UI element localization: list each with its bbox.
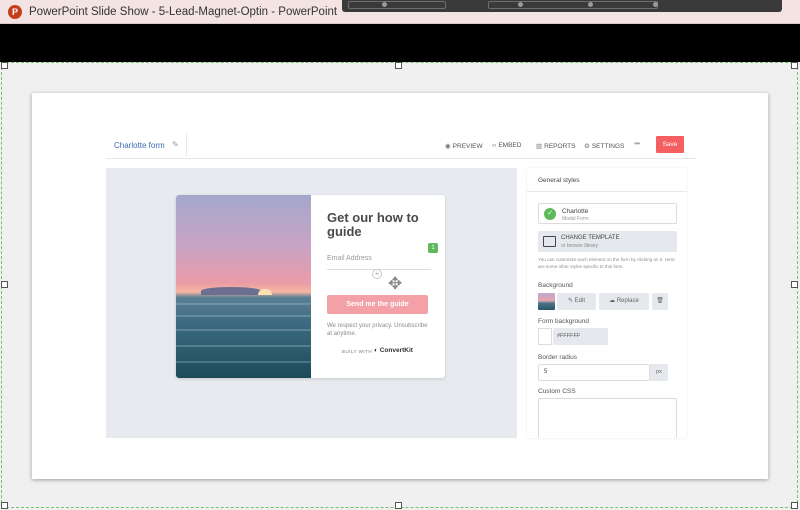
code-icon: ‹› bbox=[492, 142, 497, 149]
wave bbox=[176, 303, 311, 305]
browse-library-label: or browse library bbox=[561, 243, 598, 249]
nav-preview[interactable]: ◉ PREVIEW bbox=[445, 142, 483, 150]
form-canvas: Get our how to guide 1 Email Address + ✥… bbox=[106, 168, 517, 438]
convertkit-logo: ◐ ConvertKit bbox=[374, 347, 413, 354]
gear-icon: ⚙ bbox=[584, 143, 590, 150]
nav-settings-label: SETTINGS bbox=[591, 143, 625, 150]
toolbar-segment[interactable] bbox=[348, 1, 446, 9]
form-background-label: Form background bbox=[538, 318, 589, 325]
resize-handle[interactable] bbox=[395, 502, 402, 509]
nav-embed-label: EMBED bbox=[498, 142, 522, 149]
email-field[interactable]: Email Address bbox=[327, 250, 431, 270]
save-button[interactable]: Save bbox=[656, 136, 684, 153]
check-icon: ✓ bbox=[544, 208, 556, 220]
change-template-label: CHANGE TEMPLATE bbox=[561, 235, 620, 241]
add-field-icon[interactable]: + bbox=[372, 269, 382, 279]
resize-handle[interactable] bbox=[791, 502, 798, 509]
toolbar-dot[interactable] bbox=[653, 2, 658, 7]
toolbar-dot[interactable] bbox=[382, 2, 387, 7]
resize-handle[interactable] bbox=[1, 62, 8, 69]
resize-handle[interactable] bbox=[395, 62, 402, 69]
island-silhouette bbox=[201, 287, 261, 295]
template-icon bbox=[543, 236, 556, 247]
form-headline[interactable]: Get our how to guide bbox=[327, 211, 437, 239]
resize-handle[interactable] bbox=[791, 281, 798, 288]
window-title: PowerPoint Slide Show - 5-Lead-Magnet-Op… bbox=[29, 6, 338, 18]
template-selector[interactable]: ✓ Charlotte Modal Form bbox=[538, 203, 677, 224]
form-background-input[interactable]: #FFFFFF bbox=[553, 328, 608, 345]
replace-label: Replace bbox=[616, 298, 639, 304]
panel-header: General styles bbox=[527, 168, 687, 192]
privacy-text[interactable]: We respect your privacy. Unsubscribe at … bbox=[327, 322, 433, 338]
edit-label: Edit bbox=[574, 298, 586, 304]
toolbar-dot[interactable] bbox=[588, 2, 593, 7]
black-band bbox=[0, 24, 800, 62]
more-options-icon[interactable]: ••• bbox=[634, 139, 640, 148]
pencil-icon[interactable]: ✎ bbox=[172, 140, 179, 149]
edit-button[interactable]: ✎ Edit bbox=[557, 293, 596, 310]
toolbar-dot[interactable] bbox=[518, 2, 523, 7]
delete-button[interactable]: 🗑 bbox=[652, 293, 668, 310]
template-name: Charlotte bbox=[562, 208, 589, 215]
eye-icon: ◉ bbox=[445, 143, 451, 150]
px-unit: px bbox=[650, 364, 668, 381]
styles-panel: General styles ✓ Charlotte Modal Form CH… bbox=[527, 168, 687, 438]
wave bbox=[176, 329, 311, 331]
nav-reports[interactable]: ▥ REPORTS bbox=[536, 142, 575, 150]
toolbar-segment[interactable] bbox=[488, 1, 658, 9]
nav-preview-label: PREVIEW bbox=[452, 143, 483, 150]
divider bbox=[186, 133, 187, 157]
nav-settings[interactable]: ⚙ SETTINGS bbox=[584, 142, 624, 150]
slideshow-toolbar[interactable] bbox=[342, 0, 782, 12]
slide: Charlotte form ✎ ◉ PREVIEW ‹› EMBED ▥ REPOR… bbox=[32, 93, 768, 479]
change-template-button[interactable]: CHANGE TEMPLATE or browse library bbox=[538, 231, 677, 252]
resize-handle[interactable] bbox=[791, 62, 798, 69]
convertkit-brand: ConvertKit bbox=[379, 347, 413, 354]
resize-handle[interactable] bbox=[1, 502, 8, 509]
trash-icon: 🗑 bbox=[656, 298, 664, 304]
chart-icon: ▥ bbox=[536, 143, 543, 150]
wave bbox=[176, 361, 311, 363]
ocean-sunset-image[interactable] bbox=[176, 195, 311, 378]
app-header: Charlotte form ✎ ◉ PREVIEW ‹› EMBED ▥ REPOR… bbox=[106, 133, 696, 159]
replace-button[interactable]: ☁ Replace bbox=[599, 293, 649, 310]
form-name[interactable]: Charlotte form bbox=[114, 141, 165, 150]
cloud-upload-icon: ☁ bbox=[609, 298, 617, 304]
template-type: Modal Form bbox=[562, 216, 589, 222]
help-text: You can customize each element on the fo… bbox=[538, 257, 675, 269]
built-with-label: BUILT WITH bbox=[342, 349, 373, 354]
border-radius-input[interactable]: 5 bbox=[538, 364, 650, 381]
nav-reports-label: REPORTS bbox=[544, 143, 576, 150]
color-swatch[interactable] bbox=[538, 328, 552, 345]
wave bbox=[176, 345, 311, 347]
powerpoint-icon: P bbox=[8, 5, 22, 19]
nav-embed[interactable]: ‹› EMBED bbox=[492, 142, 521, 149]
background-label: Background bbox=[538, 282, 573, 289]
resize-handle[interactable] bbox=[1, 281, 8, 288]
pencil-icon: ✎ bbox=[567, 298, 575, 304]
custom-css-label: Custom CSS bbox=[538, 388, 576, 395]
custom-css-textarea[interactable] bbox=[538, 398, 677, 438]
background-thumbnail[interactable] bbox=[538, 293, 555, 310]
submit-button[interactable]: Send me the guide bbox=[327, 295, 428, 314]
wave bbox=[176, 315, 311, 317]
border-radius-label: Border radius bbox=[538, 354, 578, 361]
move-cursor-icon: ✥ bbox=[388, 274, 403, 293]
form-preview-card[interactable]: Get our how to guide 1 Email Address + ✥… bbox=[176, 195, 445, 378]
sun bbox=[258, 289, 272, 295]
